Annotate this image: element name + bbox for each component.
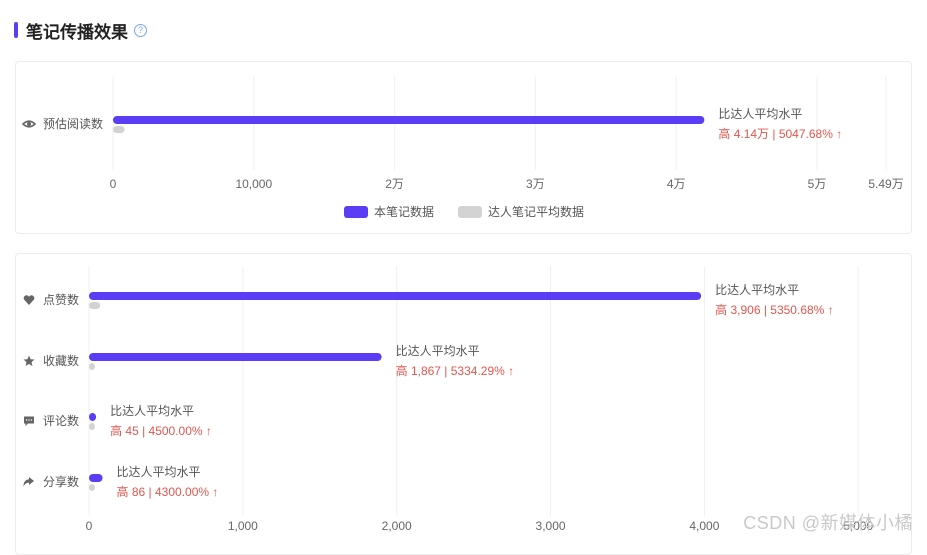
bar-creator-average[interactable] <box>113 126 125 133</box>
category-label: 点赞数 <box>43 292 79 307</box>
header-accent-bar <box>14 22 18 38</box>
x-tick-label: 3万 <box>526 177 545 191</box>
up-arrow-icon: ↑ <box>508 364 514 378</box>
comparison-label: 比达人平均水平 <box>718 107 802 121</box>
star-icon-shape <box>23 355 35 366</box>
comparison-value: 高 1,867 | 5334.29% ↑ <box>396 363 515 378</box>
share-icon <box>23 477 34 487</box>
legend-label[interactable]: 本笔记数据 <box>374 204 434 219</box>
comment-icon <box>24 416 34 426</box>
comparison-label: 比达人平均水平 <box>715 283 799 297</box>
star-icon <box>23 355 35 366</box>
category-label: 收藏数 <box>43 353 79 368</box>
category-label: 预估阅读数 <box>43 116 103 131</box>
x-tick-label: 0 <box>86 519 93 533</box>
category-label: 分享数 <box>43 474 79 489</box>
comment-icon-shape <box>24 416 34 426</box>
up-arrow-icon: ↑ <box>836 127 842 141</box>
up-arrow-icon: ↑ <box>212 485 218 499</box>
comparison-value: 高 3,906 | 5350.68% ↑ <box>715 302 834 317</box>
help-icon[interactable]: ? <box>134 23 147 37</box>
x-tick-label: 10,000 <box>235 177 272 191</box>
x-tick-label: 2,000 <box>382 519 412 533</box>
eye-icon-pupil <box>27 122 31 126</box>
heart-icon-shape <box>23 295 35 305</box>
bar-this-note[interactable] <box>89 353 382 361</box>
section-header: 笔记传播效果 ? <box>14 16 147 44</box>
x-tick-label: 2万 <box>385 177 404 191</box>
x-tick-label: 0 <box>110 177 117 191</box>
bar-this-note[interactable] <box>113 116 705 124</box>
bar-this-note[interactable] <box>89 413 97 421</box>
watermark: CSDN @新媒体小橘 <box>743 513 913 533</box>
bar-creator-average[interactable] <box>89 484 95 491</box>
legend-label[interactable]: 达人笔记平均数据 <box>488 204 584 219</box>
eye-icon <box>21 120 37 128</box>
x-tick-label: 3,000 <box>536 519 566 533</box>
comparison-value: 高 4.14万 | 5047.68% ↑ <box>718 126 842 141</box>
reads-chart: 0 10,000 2万 3万 4万 5万 5.49万 预估阅读数 比达人平均水平高 4.14万 … <box>21 76 904 219</box>
section-title: 笔记传播效果 <box>26 22 128 42</box>
x-tick-label: 1,000 <box>228 519 258 533</box>
comment-icon-dot <box>25 419 28 421</box>
up-arrow-icon: ↑ <box>828 303 834 317</box>
comparison-label: 比达人平均水平 <box>110 404 194 418</box>
category-label: 评论数 <box>43 413 79 428</box>
bar-creator-average[interactable] <box>89 423 95 430</box>
bar-creator-average[interactable] <box>89 363 95 370</box>
bar-this-note[interactable] <box>89 292 702 300</box>
bar-creator-average[interactable] <box>89 302 101 309</box>
comparison-label: 比达人平均水平 <box>117 465 201 479</box>
legend-swatch[interactable] <box>458 206 482 218</box>
x-tick-label: 4,000 <box>689 519 719 533</box>
x-tick-label: 4万 <box>667 177 686 191</box>
legend-swatch[interactable] <box>344 206 368 218</box>
comparison-value: 高 45 | 4500.00% ↑ <box>110 423 212 438</box>
comment-icon-dot <box>30 419 33 421</box>
share-icon-shape <box>23 477 34 487</box>
up-arrow-icon: ↑ <box>206 424 212 438</box>
bar-this-note[interactable] <box>89 474 103 482</box>
comparison-label: 比达人平均水平 <box>396 344 480 358</box>
reads-chart-card: 0 10,000 2万 3万 4万 5万 5.49万 预估阅读数 比达人平均水平高 4.14万 … <box>15 61 912 234</box>
x-tick-label: 5万 <box>808 177 827 191</box>
x-tick-label: 5.49万 <box>868 177 903 191</box>
comparison-value: 高 86 | 4300.00% ↑ <box>117 484 219 499</box>
comment-icon-dot <box>28 419 30 421</box>
heart-icon <box>23 295 35 305</box>
